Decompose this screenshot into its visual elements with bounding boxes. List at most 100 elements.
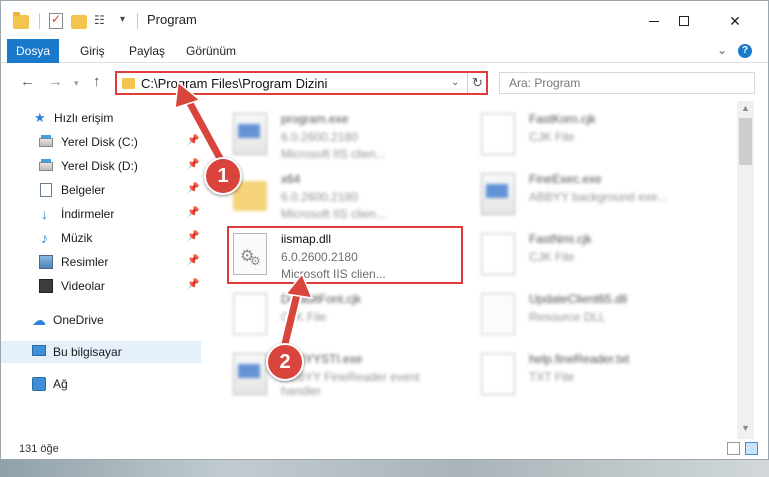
pin-icon[interactable]: 📌 (187, 207, 199, 218)
refresh-icon[interactable]: ↻ (467, 73, 487, 93)
file-version: TXT File (529, 370, 575, 384)
sidebar-item-quick-access[interactable]: ★ Hızlı erişim (1, 107, 201, 129)
tab-view[interactable]: Görünüm (186, 39, 236, 63)
sidebar-item-music[interactable]: ♪ Müzik 📌 (1, 227, 201, 249)
dll-icon (481, 293, 515, 335)
file-item[interactable]: help.fineReader.txt TXT File (465, 347, 705, 403)
sidebar-item-label: Hızlı erişim (54, 111, 114, 125)
sidebar-item-label: Ağ (53, 377, 68, 391)
video-icon (39, 279, 53, 293)
page-icon (481, 233, 515, 275)
address-bar[interactable]: C:\Program Files\Program Dizini ⌄ ↻ (115, 71, 488, 95)
ribbon: Dosya Giriş Paylaş Görünüm ⌄ ? (1, 39, 768, 63)
minimize-icon (649, 20, 659, 22)
exe-icon (233, 353, 267, 395)
file-item[interactable]: FineExec.exe ABBYY background exe... (465, 167, 705, 223)
status-bar: 131 öğe (1, 439, 768, 459)
vertical-scrollbar[interactable]: ▲ ▼ (737, 101, 754, 439)
file-name: x64 (281, 172, 301, 186)
pin-icon[interactable]: 📌 (187, 255, 199, 266)
sidebar-item-disk-c[interactable]: Yerel Disk (C:) 📌 (1, 131, 201, 153)
file-description: Microsoft IIS clien... (281, 207, 386, 221)
document-icon (40, 183, 52, 197)
separator (137, 13, 138, 29)
file-item[interactable]: UpdateClient65.dll Resource DLL (465, 287, 705, 343)
sidebar-item-label: Müzik (61, 231, 93, 245)
search-box[interactable]: Ara: Program (499, 72, 755, 94)
pin-icon[interactable]: 📌 (187, 231, 199, 242)
scroll-down-icon[interactable]: ▼ (741, 423, 750, 433)
recent-locations-icon[interactable]: ▾ (74, 78, 79, 89)
tab-file[interactable]: Dosya (7, 39, 59, 63)
file-item[interactable]: x64 6.0.2600.2180 Microsoft IIS clien... (217, 167, 457, 223)
chevron-down-icon[interactable]: ⌄ (717, 43, 727, 57)
scroll-thumb[interactable] (739, 118, 752, 165)
sidebar-item-pictures[interactable]: Resimler 📌 (1, 251, 201, 273)
maximize-button[interactable] (661, 7, 707, 35)
file-name: FineExec.exe (529, 172, 602, 186)
file-version: CJK File (529, 250, 575, 264)
tab-share[interactable]: Paylaş (129, 39, 165, 63)
highlight-box (227, 226, 463, 284)
tiles-view-icon[interactable] (745, 442, 758, 455)
file-item[interactable]: program.exe 6.0.2600.2180 Microsoft IIS … (217, 107, 457, 163)
navigation-pane: ★ Hızlı erişim Yerel Disk (C:) 📌 Yerel D… (1, 101, 207, 433)
sidebar-item-network[interactable]: Ağ (1, 373, 201, 395)
forward-arrow-icon[interactable]: → (48, 73, 63, 90)
file-description: Microsoft IIS clien... (281, 147, 386, 161)
file-version: ABBYY background exe... (529, 190, 668, 204)
sidebar-item-disk-d[interactable]: Yerel Disk (D:) 📌 (1, 155, 201, 177)
file-item[interactable]: FastNmi.cjk CJK File (465, 227, 705, 283)
customize-toolbar-icon[interactable]: ▾ (120, 14, 125, 32)
network-icon (32, 377, 46, 391)
exe-icon (233, 113, 267, 155)
folder-icon (13, 12, 29, 29)
pin-icon[interactable]: 📌 (187, 159, 199, 170)
details-view-icon[interactable] (727, 442, 740, 455)
file-version: CJK File (529, 130, 575, 144)
sidebar-item-onedrive[interactable]: ☁ OneDrive (1, 309, 201, 331)
new-folder-icon[interactable] (71, 15, 87, 29)
disk-icon (39, 159, 53, 171)
file-name: UpdateClient65.dll (529, 292, 628, 306)
sidebar-item-this-pc[interactable]: Bu bilgisayar (1, 341, 201, 363)
step-marker-2: 2 (266, 343, 304, 381)
file-name: DefaultFont.cjk (281, 292, 362, 306)
pictures-icon (39, 255, 53, 269)
back-arrow-icon[interactable]: ← (20, 73, 35, 90)
sidebar-item-downloads[interactable]: ↓ İndirmeler 📌 (1, 203, 201, 225)
exe-icon (481, 173, 515, 215)
help-icon[interactable]: ? (738, 44, 752, 58)
view-options-icon[interactable]: ☷ (94, 13, 114, 31)
properties-icon[interactable] (49, 12, 63, 29)
pin-icon[interactable]: 📌 (187, 183, 199, 194)
search-placeholder[interactable]: Ara: Program (509, 76, 580, 90)
sidebar-item-documents[interactable]: Belgeler 📌 (1, 179, 201, 201)
maximize-icon (679, 16, 689, 26)
pin-icon[interactable]: 📌 (187, 279, 199, 290)
file-item[interactable]: DefaultFont.cjk CJK File (217, 287, 457, 343)
step-marker-1: 1 (204, 157, 242, 195)
close-button[interactable]: ✕ (712, 7, 758, 35)
navigation-bar: ← → ▾ ↑ C:\Program Files\Program Dizini … (1, 64, 768, 100)
up-arrow-icon[interactable]: ↑ (93, 73, 101, 90)
file-name: help.fineReader.txt (529, 352, 630, 366)
file-item[interactable]: FastKorn.cjk CJK File (465, 107, 705, 163)
sidebar-item-label: OneDrive (53, 313, 104, 327)
address-path[interactable]: C:\Program Files\Program Dizini (141, 76, 327, 91)
chevron-down-icon[interactable]: ⌄ (451, 77, 459, 88)
scroll-up-icon[interactable]: ▲ (741, 103, 750, 113)
folder-icon (122, 78, 135, 89)
separator (39, 13, 40, 29)
sidebar-item-label: Bu bilgisayar (53, 345, 122, 359)
sidebar-item-label: İndirmeler (61, 207, 115, 221)
pin-icon[interactable]: 📌 (187, 135, 199, 146)
disk-icon (39, 135, 53, 147)
file-item[interactable]: ABBYYSTI.exe ABBYY FineReader event hand… (217, 347, 457, 403)
sidebar-item-videos[interactable]: Videolar 📌 (1, 275, 201, 297)
music-icon: ♪ (41, 230, 48, 246)
tab-home[interactable]: Giriş (80, 39, 105, 63)
sidebar-item-label: Yerel Disk (C:) (61, 135, 138, 149)
window-title: Program (147, 12, 197, 27)
page-icon (233, 293, 267, 335)
